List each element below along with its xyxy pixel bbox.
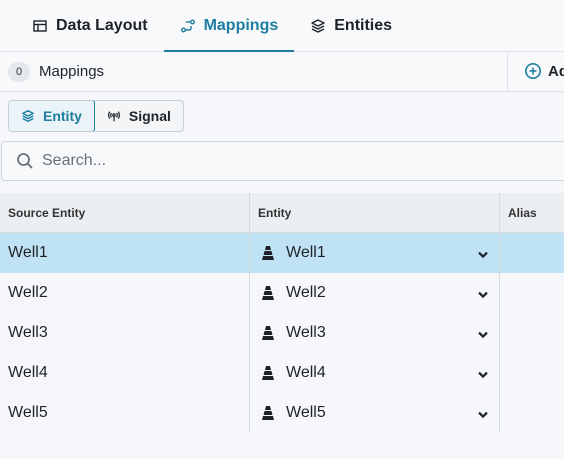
toggle-signal-button[interactable]: Signal [95, 101, 183, 131]
plus-circle-icon [525, 63, 541, 79]
search-input[interactable] [42, 152, 442, 170]
alias-cell[interactable] [500, 353, 564, 393]
chevron-down-icon [478, 291, 488, 299]
well-icon [262, 286, 274, 300]
entity-signal-toggle: Entity Signal [8, 100, 184, 132]
chevron-down-icon [478, 331, 488, 339]
source-entity-cell: Well1 [0, 233, 250, 273]
alias-cell[interactable] [500, 273, 564, 313]
chevron-down-icon [478, 251, 488, 259]
well-icon [262, 246, 274, 260]
entity-select[interactable]: Well1 [250, 233, 500, 273]
column-header-source-entity[interactable]: Source Entity [0, 193, 250, 232]
alias-cell[interactable] [500, 393, 564, 433]
search-icon [17, 153, 33, 169]
tab-mappings[interactable]: Mappings [163, 0, 295, 52]
toggle-entity-button[interactable]: Entity [8, 101, 95, 131]
add-mapping-button[interactable]: Ad [524, 62, 564, 80]
mappings-count-badge: 0 [8, 62, 30, 82]
layers-icon [22, 110, 34, 122]
table-row[interactable]: Well5 Well5 [0, 393, 564, 433]
entity-value: Well2 [286, 284, 326, 301]
chevron-down-icon [478, 371, 488, 379]
source-entity-cell: Well5 [0, 393, 250, 433]
mappings-table: Source Entity Entity Alias Well1 Well1 W… [0, 193, 564, 433]
mappings-bar: 0 Mappings Ad [0, 52, 564, 92]
entity-select[interactable]: Well4 [250, 353, 500, 393]
source-entity-cell: Well3 [0, 313, 250, 353]
add-mapping-label: Ad [548, 62, 564, 80]
search-box [1, 141, 564, 181]
column-header-entity[interactable]: Entity [250, 193, 500, 232]
tab-label: Entities [334, 16, 393, 34]
tab-label: Data Layout [56, 16, 148, 34]
well-icon [262, 326, 274, 340]
table-header: Source Entity Entity Alias [0, 193, 564, 233]
table-icon [33, 19, 47, 32]
tab-entities[interactable]: Entities [294, 0, 408, 51]
source-entity-cell: Well2 [0, 273, 250, 313]
entity-value: Well1 [286, 244, 326, 261]
tab-label: Mappings [203, 16, 279, 34]
chevron-down-icon [478, 411, 488, 419]
table-row[interactable]: Well3 Well3 [0, 313, 564, 353]
layers-icon [311, 18, 325, 33]
well-icon [262, 406, 274, 420]
tab-bar: Data Layout Mappings Entities [0, 0, 564, 52]
source-entity-cell: Well4 [0, 353, 250, 393]
toggle-entity-label: Entity [43, 108, 82, 124]
table-row[interactable]: Well1 Well1 [0, 233, 564, 273]
entity-value: Well3 [286, 324, 326, 341]
entity-value: Well4 [286, 364, 326, 381]
tab-data-layout[interactable]: Data Layout [16, 0, 164, 51]
alias-cell[interactable] [500, 233, 564, 273]
alias-cell[interactable] [500, 313, 564, 353]
table-row[interactable]: Well2 Well2 [0, 273, 564, 313]
divider [507, 52, 508, 92]
signal-icon [107, 111, 120, 122]
entity-select[interactable]: Well5 [250, 393, 500, 433]
entity-select[interactable]: Well3 [250, 313, 500, 353]
column-header-alias[interactable]: Alias [500, 193, 564, 232]
mappings-icon [180, 19, 195, 32]
well-icon [262, 366, 274, 380]
mappings-label: Mappings [39, 63, 105, 80]
entity-select[interactable]: Well2 [250, 273, 500, 313]
table-row[interactable]: Well4 Well4 [0, 353, 564, 393]
entity-value: Well5 [286, 404, 326, 421]
toggle-signal-label: Signal [128, 108, 171, 124]
